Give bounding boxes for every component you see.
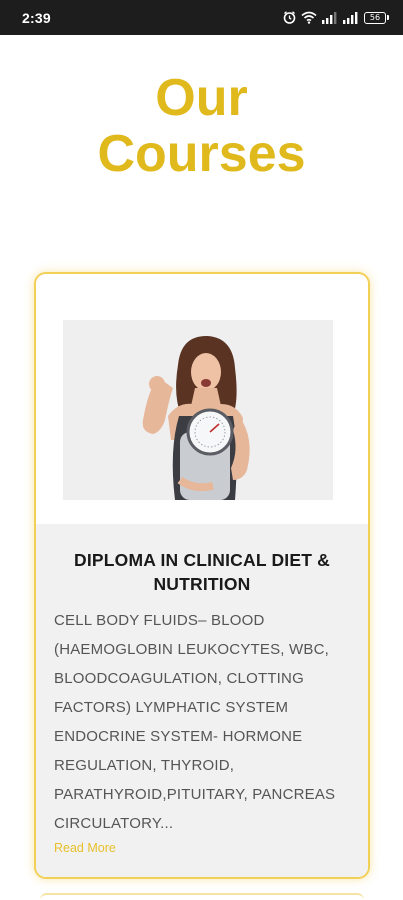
course-description: CELL BODY FLUIDS– BLOOD (HAEMOGLOBIN LEU…	[54, 612, 336, 832]
course-card-body: DIPLOMA IN CLINICAL DIET & NUTRITION CEL…	[36, 524, 368, 877]
course-image-area	[36, 274, 368, 524]
course-image	[63, 320, 333, 500]
course-title[interactable]: DIPLOMA IN CLINICAL DIET & NUTRITION	[50, 548, 354, 596]
read-more-link[interactable]: Read More	[54, 841, 116, 855]
signal-icon	[322, 11, 338, 24]
status-icons: 56	[283, 11, 389, 24]
wifi-icon	[301, 11, 317, 24]
next-course-card[interactable]	[40, 893, 364, 900]
signal-icon	[343, 11, 359, 24]
page-title-line2: Courses	[97, 125, 306, 183]
alarm-icon	[283, 11, 296, 24]
battery-level: 56	[364, 11, 386, 24]
status-bar: 2:39 56	[0, 0, 403, 35]
course-card[interactable]: DIPLOMA IN CLINICAL DIET & NUTRITION CEL…	[34, 272, 370, 879]
page-title-line1: Our	[155, 69, 248, 127]
battery-icon: 56	[364, 11, 389, 24]
page-title: Our Courses	[0, 70, 403, 182]
status-time: 2:39	[22, 9, 51, 26]
